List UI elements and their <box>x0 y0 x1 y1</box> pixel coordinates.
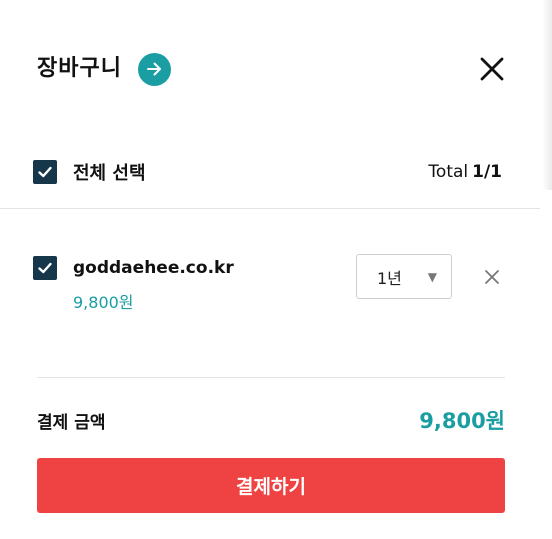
caret-down-icon: ▼ <box>427 269 437 284</box>
total-count-value: 1/1 <box>472 162 502 182</box>
close-icon <box>480 57 504 81</box>
go-to-cart-button[interactable] <box>137 52 171 86</box>
close-icon <box>485 270 499 284</box>
panel-edge-shadow <box>542 0 552 190</box>
total-count: Total 1/1 <box>428 162 502 182</box>
cart-header: 장바구니 <box>37 52 171 86</box>
item-price: 9,800원 <box>73 293 134 312</box>
payment-amount-label: 결제 금액 <box>37 412 106 433</box>
period-select[interactable]: 1년 ▼ <box>356 254 452 299</box>
divider <box>37 377 505 378</box>
check-icon <box>38 262 52 274</box>
check-icon <box>38 166 52 178</box>
page-title: 장바구니 <box>37 56 122 81</box>
close-button[interactable] <box>478 55 506 83</box>
select-all-checkbox[interactable] <box>33 160 57 184</box>
divider <box>0 208 540 209</box>
cart-item: goddaehee.co.kr 9,800원 1년 ▼ <box>33 254 508 324</box>
select-all-label: 전체 선택 <box>73 163 146 184</box>
item-name: goddaehee.co.kr <box>73 258 234 278</box>
select-all-row: 전체 선택 Total 1/1 <box>33 157 502 187</box>
payment-summary: 결제 금액 9,800원 <box>37 405 505 435</box>
item-checkbox[interactable] <box>33 256 57 280</box>
select-all-group: 전체 선택 <box>33 159 146 185</box>
remove-item-button[interactable] <box>482 267 502 287</box>
total-label: Total <box>428 162 469 182</box>
cart-panel: 장바구니 전체 선택 Total 1/1 goddaehee.co.kr 9,8… <box>0 0 552 539</box>
period-select-value: 1년 <box>377 268 402 288</box>
arrow-right-icon <box>147 62 162 76</box>
payment-amount-value: 9,800원 <box>419 409 505 433</box>
checkout-button[interactable]: 결제하기 <box>37 458 505 513</box>
